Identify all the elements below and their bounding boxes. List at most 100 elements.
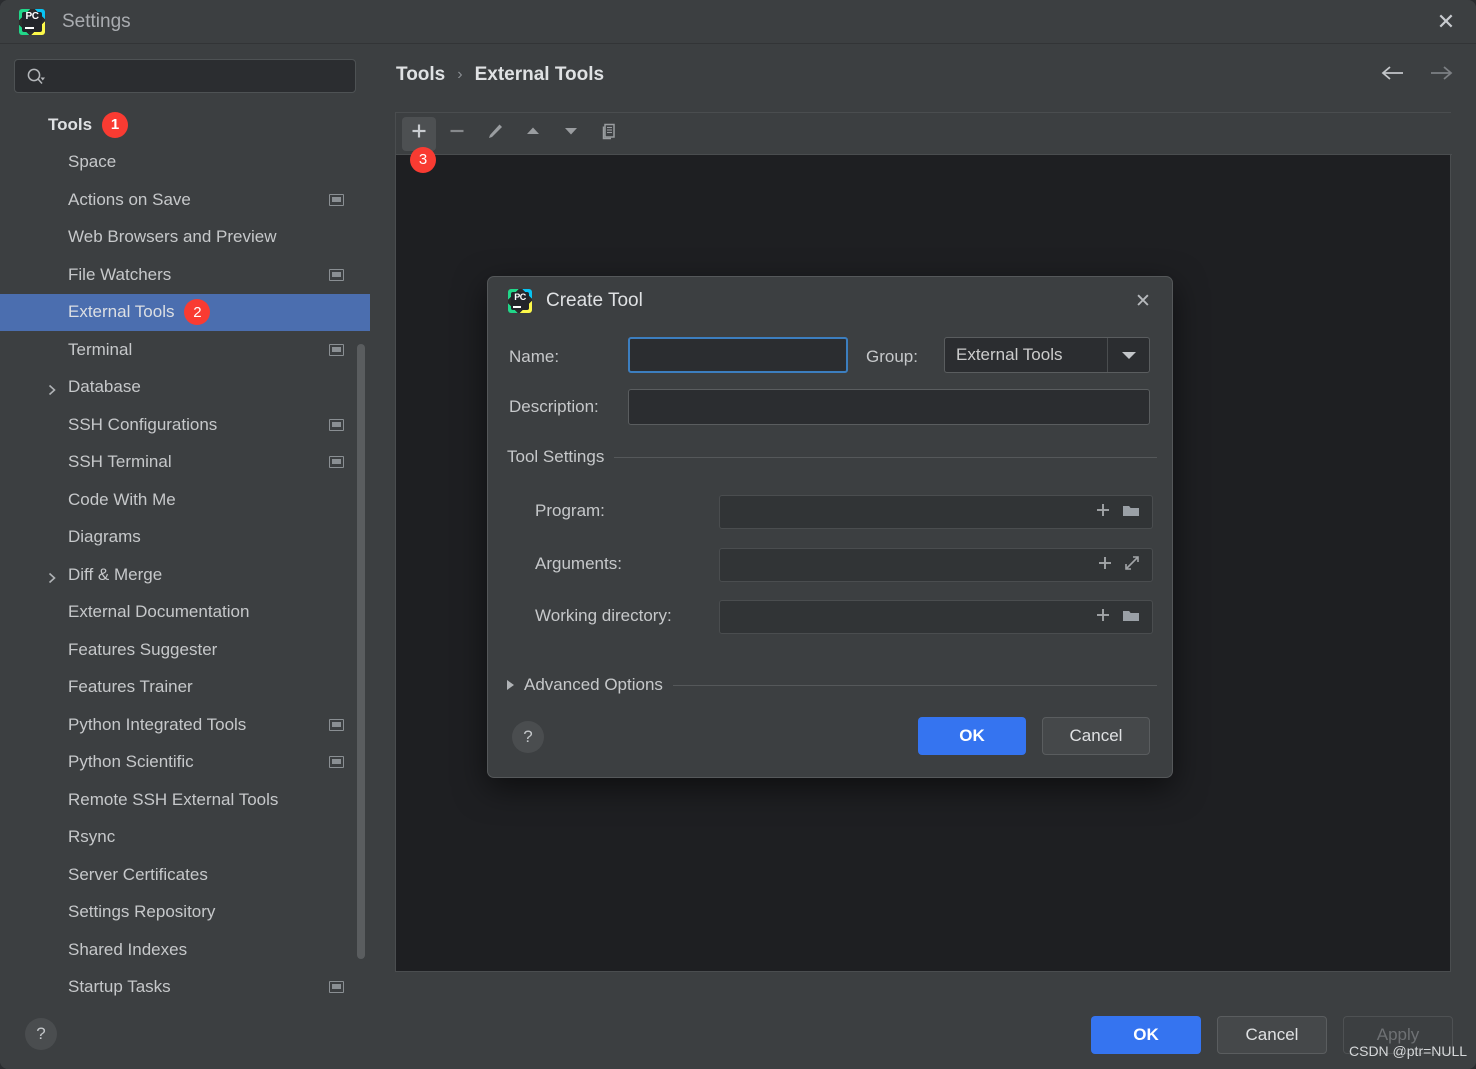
move-down-button[interactable]: [554, 117, 588, 151]
add-tool-button[interactable]: 3: [402, 116, 436, 173]
plus-icon[interactable]: [1096, 554, 1114, 577]
breadcrumb-separator: ›: [457, 66, 463, 83]
sidebar-item-label: SSH Terminal: [68, 452, 172, 472]
ok-button[interactable]: OK: [1091, 1016, 1201, 1054]
plus-icon[interactable]: [1094, 501, 1112, 524]
arguments-field[interactable]: [719, 548, 1153, 582]
pycharm-logo-icon: PC: [508, 289, 532, 313]
search-box[interactable]: [14, 59, 356, 93]
folder-icon[interactable]: [1121, 501, 1141, 524]
dialog-ok-button[interactable]: OK: [918, 717, 1026, 755]
sidebar-item-features-trainer[interactable]: Features Trainer: [0, 669, 370, 707]
sidebar-item-label: Shared Indexes: [68, 939, 188, 959]
advanced-options-toggle[interactable]: Advanced Options: [507, 675, 1157, 695]
field-row: Arguments:: [488, 548, 1172, 582]
sidebar-item-settings-repository[interactable]: Settings Repository: [0, 894, 370, 932]
sidebar-item-label: SSH Configurations: [68, 414, 218, 434]
name-row: Name: Group: External Tools: [488, 337, 1172, 377]
sidebar-item-startup-tasks[interactable]: Startup Tasks: [0, 969, 370, 1001]
sidebar-item-code-with-me[interactable]: Code With Me: [0, 481, 370, 519]
sidebar-item-web-browsers-and-preview[interactable]: Web Browsers and Preview: [0, 219, 370, 257]
expand-icon[interactable]: [1123, 554, 1141, 577]
sidebar-item-file-watchers[interactable]: File Watchers: [0, 256, 370, 294]
sidebar-item-label: External Documentation: [68, 602, 250, 622]
divider: [672, 684, 1157, 686]
sidebar-item-label: Features Trainer: [68, 677, 193, 697]
tool-settings-group: Tool Settings: [507, 447, 1157, 467]
cancel-button[interactable]: Cancel: [1217, 1016, 1327, 1054]
question-icon[interactable]: ?: [512, 721, 544, 753]
sidebar-item-label: Space: [68, 152, 117, 172]
sidebar-item-python-scientific[interactable]: Python Scientific: [0, 744, 370, 782]
arrow-right-icon[interactable]: [1428, 64, 1454, 87]
plus-icon: [409, 121, 429, 146]
sidebar-item-actions-on-save[interactable]: Actions on Save: [0, 181, 370, 219]
folder-icon[interactable]: [1121, 606, 1141, 629]
window-title: Settings: [62, 10, 131, 32]
arrow-left-icon[interactable]: [1380, 64, 1406, 87]
sidebar-item-space[interactable]: Space: [0, 144, 370, 182]
dialog-cancel-button[interactable]: Cancel: [1042, 717, 1150, 755]
chevron-down-icon[interactable]: [1107, 338, 1149, 372]
breadcrumb-current: External Tools: [474, 64, 605, 85]
chevron-right-icon[interactable]: [46, 569, 58, 583]
field-row: Program:: [488, 495, 1172, 529]
sidebar-item-ssh-configurations[interactable]: SSH Configurations: [0, 406, 370, 444]
minus-icon: [447, 121, 467, 146]
pycharm-logo-text: PC: [514, 292, 526, 302]
arguments-label: Arguments:: [535, 554, 622, 573]
sidebar-item-database[interactable]: Database: [0, 369, 370, 407]
program-field[interactable]: [719, 495, 1153, 529]
sidebar-item-features-suggester[interactable]: Features Suggester: [0, 631, 370, 669]
dialog-title: Create Tool: [546, 290, 643, 311]
sidebar-group-tools[interactable]: Tools 1: [0, 106, 370, 144]
sidebar-item-remote-ssh-external-tools[interactable]: Remote SSH External Tools: [0, 781, 370, 819]
sidebar-item-terminal[interactable]: Terminal: [0, 331, 370, 369]
move-up-button[interactable]: [516, 117, 550, 151]
sidebar-item-python-integrated-tools[interactable]: Python Integrated Tools: [0, 706, 370, 744]
sidebar-item-label: Diff & Merge: [68, 564, 163, 584]
project-scope-icon: [329, 718, 344, 731]
pencil-icon: [485, 121, 505, 146]
chevron-right-icon: [507, 680, 514, 690]
edit-tool-button[interactable]: [478, 117, 512, 151]
working-directory-field[interactable]: [719, 600, 1153, 634]
advanced-options-label: Advanced Options: [524, 675, 663, 694]
sidebar-item-server-certificates[interactable]: Server Certificates: [0, 856, 370, 894]
group-dropdown[interactable]: External Tools: [944, 337, 1150, 373]
step-badge-2: 2: [184, 299, 211, 326]
remove-tool-button[interactable]: [440, 117, 474, 151]
plus-icon[interactable]: [1094, 606, 1112, 629]
sidebar-item-label: Settings Repository: [68, 902, 216, 922]
sidebar-item-diff-merge[interactable]: Diff & Merge: [0, 556, 370, 594]
chevron-right-icon[interactable]: [46, 381, 58, 396]
description-input[interactable]: [628, 389, 1150, 425]
sidebar-item-external-documentation[interactable]: External Documentation: [0, 594, 370, 632]
close-icon[interactable]: ✕: [1130, 288, 1156, 314]
watermark: CSDN @ptr=NULL: [1349, 1043, 1468, 1059]
settings-tree: Tools 1 Space Actions on Save Web Browsers a…: [0, 106, 370, 1000]
copy-icon: [599, 121, 619, 146]
sidebar-item-ssh-terminal[interactable]: SSH Terminal: [0, 444, 370, 482]
sidebar-item-diagrams[interactable]: Diagrams: [0, 519, 370, 557]
breadcrumb-parent[interactable]: Tools: [396, 64, 445, 86]
group-label: Group:: [866, 347, 918, 366]
divider: [614, 456, 1157, 458]
copy-tool-button[interactable]: [592, 117, 626, 151]
working-directory-label: Working directory:: [535, 606, 672, 625]
sidebar-item-label: Remote SSH External Tools: [68, 789, 279, 809]
search-input[interactable]: [51, 67, 355, 85]
question-icon[interactable]: ?: [25, 1018, 57, 1050]
sidebar-item-rsync[interactable]: Rsync: [0, 819, 370, 857]
project-scope-icon: [329, 418, 344, 431]
sidebar-item-external-tools[interactable]: External Tools 2: [0, 293, 370, 331]
sidebar-item-shared-indexes[interactable]: Shared Indexes: [0, 931, 370, 969]
pycharm-logo-text: PC: [25, 10, 39, 22]
tools-toolbar: 3: [396, 113, 1452, 173]
name-input[interactable]: [628, 337, 848, 373]
settings-sidebar: Tools 1 Space Actions on Save Web Browsers a…: [0, 44, 370, 1000]
close-icon[interactable]: ✕: [1416, 0, 1476, 44]
bottom-bar: ? OK Cancel Apply: [0, 1000, 1476, 1069]
project-scope-icon: [329, 756, 344, 769]
sidebar-scrollbar[interactable]: [357, 344, 365, 959]
